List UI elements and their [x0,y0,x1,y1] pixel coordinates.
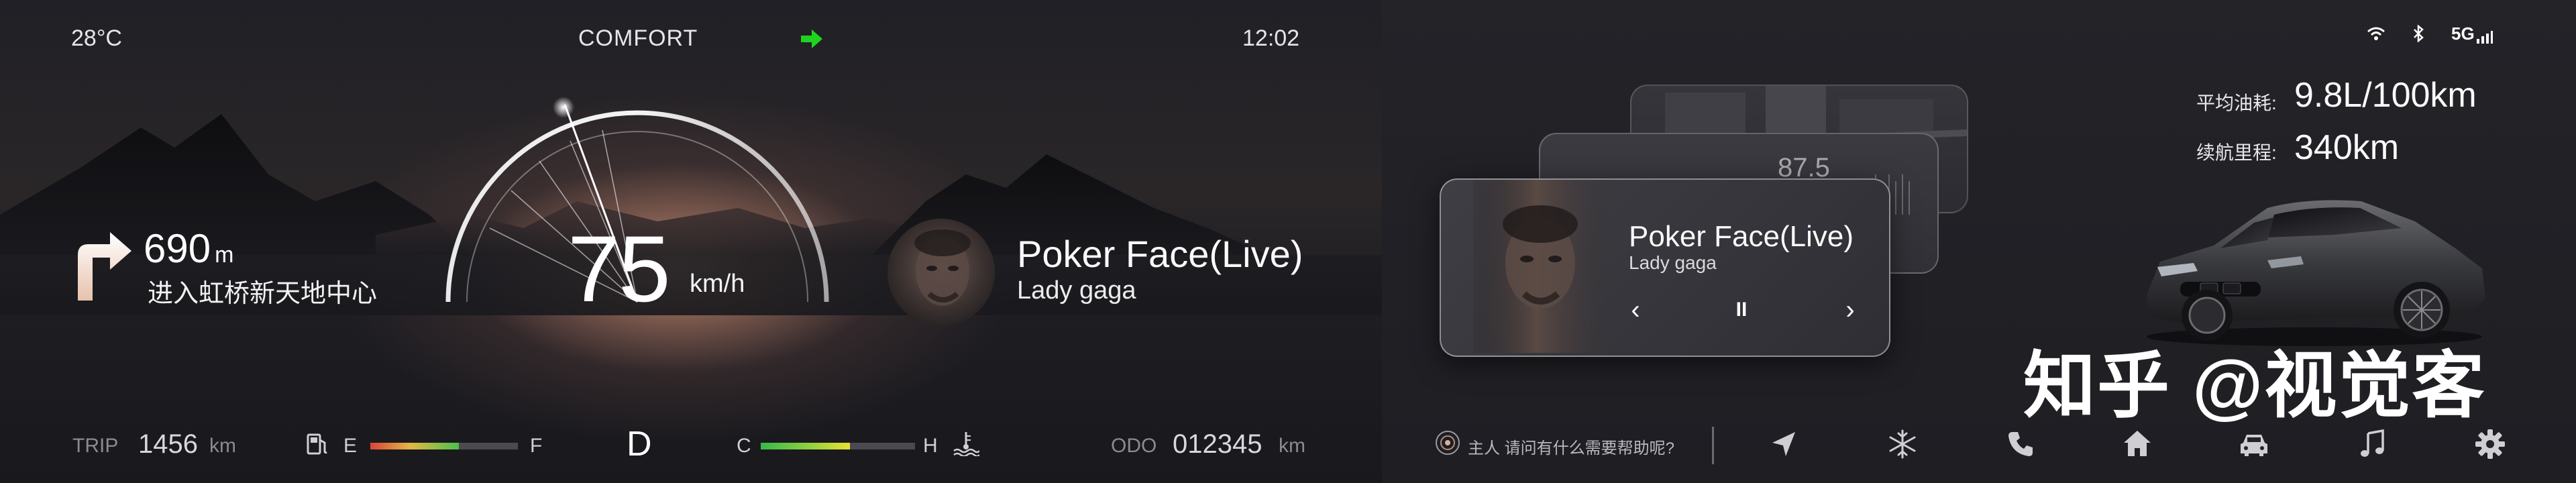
odometer-value: 012345 [1173,429,1263,459]
watermark-text: 知乎 @视觉客 [2023,345,2486,426]
fuel-level-bar [370,443,518,449]
avg-fuel-value: 9.8L/100km [2294,76,2477,115]
turn-signal-right-icon [801,30,822,48]
coolant-level-bar [761,443,915,449]
clock: 12:02 [1242,25,1300,51]
album-art [888,219,995,326]
trip-value: 1456 [138,429,198,459]
coolant-temperature-icon [953,432,979,456]
fuel-level-fill [370,443,459,449]
next-track-button[interactable]: › [1835,295,1865,325]
previous-track-button[interactable]: ‹ [1621,295,1650,325]
card-track-artist: Lady gaga [1629,252,1717,273]
music-icon[interactable] [2356,428,2388,460]
speed-value: 75 [568,216,671,321]
outside-temperature: 28°C [71,25,122,51]
trip-label: TRIP [72,435,119,457]
pause-button[interactable]: II [1727,295,1756,325]
nav-distance-unit: m [215,242,234,268]
signal-label: 5G [2451,23,2475,44]
status-bar: 5G [2367,20,2493,47]
climate-icon[interactable] [1886,428,1919,460]
nav-distance: 690 m [144,225,233,272]
wifi-icon [2367,27,2385,40]
coolant-cold-label: C [737,435,751,457]
coolant-level-fill [761,443,851,449]
vehicle-image [2147,200,2485,346]
fuel-pump-icon [307,433,327,455]
home-icon[interactable] [2121,428,2153,460]
card-track-title: Poker Face(Live) [1629,220,1854,253]
settings-icon[interactable] [2474,428,2506,460]
range-label: 续航里程: [2196,142,2277,163]
signal-bars-icon [2476,30,2493,44]
track-title: Poker Face(Live) [1017,233,1303,275]
coolant-hot-label: H [923,435,938,457]
dock-divider [1712,427,1714,464]
bluetooth-icon [2414,25,2424,42]
drive-mode: COMFORT [578,25,698,51]
voice-assistant-prompt[interactable]: 主人 请问有什么需要帮助呢? [1468,435,1674,458]
avg-fuel-label: 平均油耗: [2196,93,2277,113]
navigation-icon[interactable] [1768,428,1801,460]
voice-assistant-icon[interactable] [1434,429,1461,456]
odometer-unit: km [1279,435,1305,457]
cellular-indicator: 5G [2451,23,2493,44]
car-icon[interactable] [2238,428,2270,460]
trip-unit: km [209,435,236,457]
fuel-empty-label: E [343,435,358,457]
odometer-label: ODO [1111,435,1157,457]
track-artist: Lady gaga [1017,276,1136,305]
fuel-full-label: F [530,435,543,457]
card-album-art [1473,180,1614,353]
needle-glow [553,97,574,118]
speed-unit: km/h [690,270,745,298]
nav-distance-value: 690 [144,226,211,271]
nav-road-name: 进入虹桥新天地中心 [148,280,378,308]
phone-icon[interactable] [2004,428,2037,460]
gear-indicator: D [627,425,652,464]
turn-right-arrow-icon [78,232,131,301]
range-value: 340km [2294,128,2400,167]
